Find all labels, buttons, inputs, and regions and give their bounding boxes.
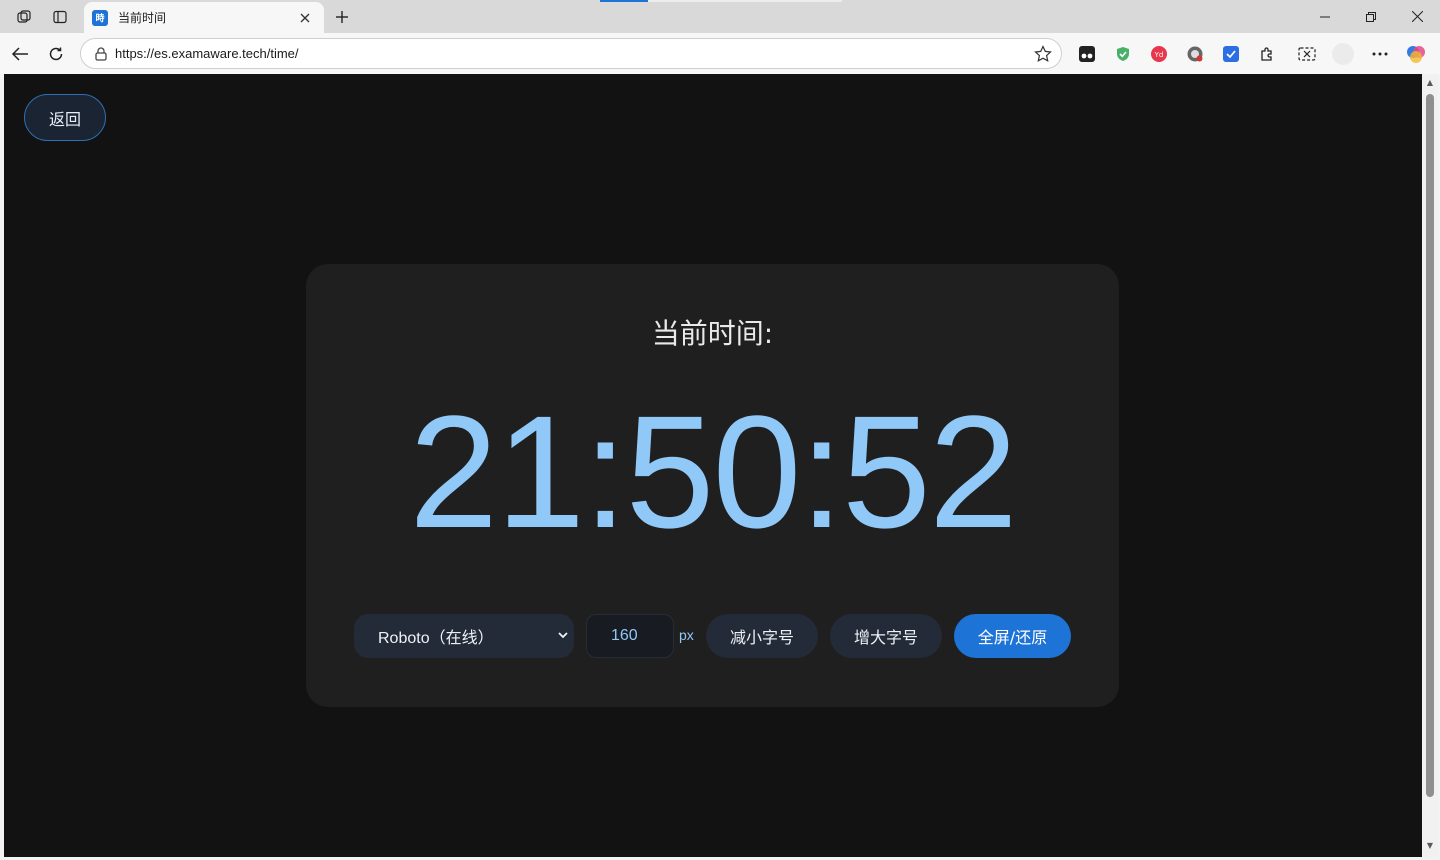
page-title: 当前时间: — [651, 317, 774, 350]
screenshot-icon[interactable] — [1296, 43, 1318, 65]
tab-close-icon[interactable] — [296, 9, 314, 27]
workspaces-icon[interactable] — [10, 4, 38, 30]
scrollbar-thumb[interactable] — [1426, 94, 1434, 797]
browser-toolbar: https://es.examaware.tech/time/ Yd — [0, 33, 1440, 74]
youdao-icon[interactable]: Yd — [1148, 43, 1170, 65]
back-arrow-icon[interactable] — [5, 39, 35, 69]
tampermonkey-icon[interactable] — [1076, 43, 1098, 65]
tab-title: 当前时间 — [118, 11, 167, 25]
chevron-down-icon — [556, 628, 570, 642]
profile-avatar-icon[interactable] — [1332, 43, 1354, 65]
url-text[interactable]: https://es.examaware.tech/time/ — [115, 46, 299, 61]
reload-icon[interactable] — [41, 39, 71, 69]
tab-strip: 時 当前时间 — [0, 0, 1440, 33]
tab-strip-accent — [600, 0, 648, 2]
page-viewport: 返回 当前时间: 21:50:52 Roboto（在线） 160 px 减小字号… — [4, 74, 1422, 857]
copilot-icon[interactable] — [1405, 43, 1427, 65]
minimize-icon[interactable] — [1302, 0, 1348, 33]
back-button[interactable]: 返回 — [24, 94, 106, 141]
close-window-icon[interactable] — [1394, 0, 1440, 33]
adguard-shield-icon[interactable] — [1112, 43, 1134, 65]
examaware-favicon: 時 — [92, 9, 108, 26]
address-bar[interactable]: https://es.examaware.tech/time/ — [80, 38, 1062, 69]
bookmark-blue-icon[interactable] — [1220, 43, 1242, 65]
tab-current[interactable]: 時 当前时间 — [84, 2, 324, 33]
clock-display: 21:50:52 — [409, 382, 1018, 561]
page-scrollbar[interactable]: ▲ ▼ — [1422, 74, 1438, 857]
font-size-input[interactable]: 160 — [586, 614, 674, 658]
font-select[interactable]: Roboto（在线） — [354, 614, 574, 658]
lock-icon[interactable] — [93, 46, 109, 62]
font-select-value: Roboto（在线） — [378, 630, 494, 647]
increase-font-button[interactable]: 增大字号 — [830, 614, 942, 658]
tab-strip-accent-light — [648, 0, 842, 2]
favorite-star-icon[interactable] — [1033, 44, 1053, 64]
more-menu-icon[interactable] — [1369, 43, 1391, 65]
scroll-up-arrow-icon[interactable]: ▲ — [1425, 78, 1435, 88]
fullscreen-button[interactable]: 全屏/还原 — [954, 614, 1071, 658]
privacy-badger-icon[interactable] — [1184, 43, 1206, 65]
new-tab-plus-icon[interactable] — [329, 4, 355, 30]
scroll-down-arrow-icon[interactable]: ▼ — [1425, 841, 1435, 851]
puzzle-extensions-icon[interactable] — [1256, 43, 1278, 65]
restore-icon[interactable] — [1348, 0, 1394, 33]
tab-actions-icon[interactable] — [46, 4, 74, 30]
decrease-font-button[interactable]: 减小字号 — [706, 614, 818, 658]
svg-text:Yd: Yd — [1154, 51, 1164, 59]
time-card: 当前时间: 21:50:52 Roboto（在线） 160 px 减小字号 增大… — [306, 264, 1119, 707]
font-size-unit: px — [679, 627, 694, 643]
